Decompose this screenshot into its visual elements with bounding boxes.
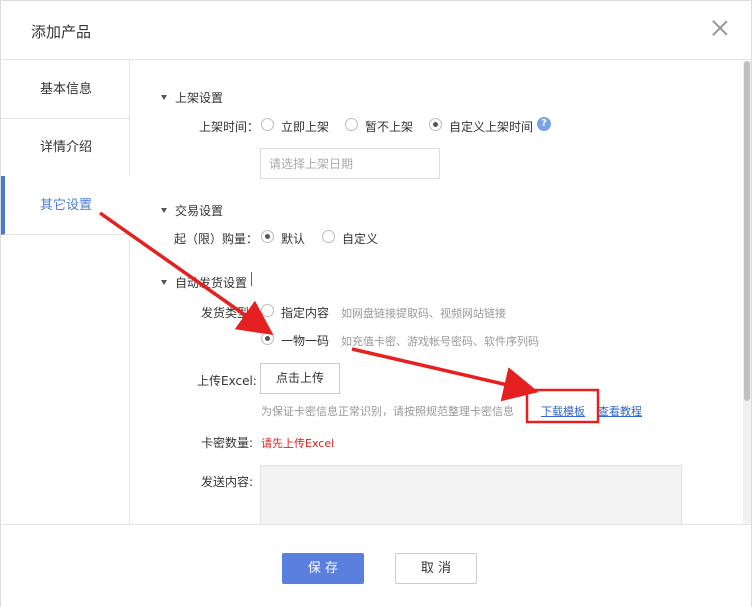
delivery-type-label: 发货类型： <box>201 306 262 320</box>
section-listing-title: 上架设置 <box>175 91 224 105</box>
close-icon[interactable] <box>711 19 729 37</box>
sidebar-item-other-settings[interactable]: 其它设置 <box>1 176 131 235</box>
section-trade-title: 交易设置 <box>175 204 224 218</box>
delivery-unique-hint: 如充值卡密、游戏帐号密码、软件序列码 <box>341 335 539 348</box>
view-tutorial-link[interactable]: 查看教程 <box>598 403 642 419</box>
upload-button[interactable]: 点击上传 <box>260 363 340 394</box>
dialog-header: 添加产品 <box>1 1 751 60</box>
cancel-button[interactable]: 取 消 <box>395 553 477 584</box>
radio-qty-custom-label[interactable]: 自定义 <box>342 230 378 247</box>
help-icon[interactable]: ? <box>537 117 551 131</box>
section-delivery-title: 自动发货设置 <box>175 276 248 290</box>
dialog-footer: 保 存 取 消 <box>1 524 751 607</box>
section-delivery-header[interactable]: 自动发货设置 <box>161 274 247 291</box>
radio-list-later-label[interactable]: 暂不上架 <box>365 118 413 135</box>
listing-date-input[interactable] <box>260 148 440 179</box>
radio-list-custom[interactable] <box>429 118 442 131</box>
min-qty-label: 起（限）购量： <box>174 232 259 246</box>
dialog-title: 添加产品 <box>31 23 92 41</box>
send-content-label: 发送内容: <box>201 475 254 489</box>
send-content-textarea[interactable] <box>260 465 682 524</box>
radio-delivery-unique[interactable] <box>261 332 274 345</box>
radio-qty-custom[interactable] <box>322 230 335 243</box>
caret-down-icon <box>161 95 167 100</box>
radio-list-custom-label[interactable]: 自定义上架时间 <box>449 118 533 135</box>
card-count-value: 请先上传Excel <box>261 437 335 450</box>
settings-content: 上架设置 上架时间： 立即上架 暂不上架 自定义上架时间 ? 交易设置 起（限）… <box>131 61 743 524</box>
sidebar-item-details[interactable]: 详情介绍 <box>1 118 130 177</box>
section-listing-header[interactable]: 上架设置 <box>161 89 223 106</box>
sidebar-item-basic-info[interactable]: 基本信息 <box>1 60 130 119</box>
add-product-dialog: 添加产品 基本信息 详情介绍 其它设置 上架设置 上架时间： 立即上架 暂不上架… <box>0 0 752 607</box>
scrollbar[interactable] <box>743 61 751 524</box>
save-button[interactable]: 保 存 <box>282 553 364 584</box>
radio-qty-default-label[interactable]: 默认 <box>281 230 305 247</box>
sidebar-nav: 基本信息 详情介绍 其它设置 <box>1 60 131 524</box>
caret-down-icon <box>161 280 167 285</box>
radio-list-later[interactable] <box>345 118 358 131</box>
radio-delivery-fixed[interactable] <box>261 304 274 317</box>
radio-qty-default[interactable] <box>261 230 274 243</box>
download-template-link[interactable]: 下载模板 <box>541 403 585 419</box>
card-count-label: 卡密数量: <box>201 436 254 450</box>
radio-list-now[interactable] <box>261 118 274 131</box>
caret-down-icon <box>161 208 167 213</box>
radio-list-now-label[interactable]: 立即上架 <box>281 118 329 135</box>
delivery-fixed-hint: 如网盘链接提取码、视频网站链接 <box>341 307 506 320</box>
upload-hint: 为保证卡密信息正常识别，请按照规范整理卡密信息 <box>261 405 514 418</box>
upload-excel-label: 上传Excel: <box>197 374 257 388</box>
section-trade-header[interactable]: 交易设置 <box>161 202 223 219</box>
radio-delivery-unique-label[interactable]: 一物一码 <box>281 332 329 349</box>
text-cursor <box>251 272 252 286</box>
radio-delivery-fixed-label[interactable]: 指定内容 <box>281 304 329 321</box>
scrollbar-thumb[interactable] <box>744 61 750 401</box>
listing-time-label: 上架时间： <box>199 120 260 134</box>
